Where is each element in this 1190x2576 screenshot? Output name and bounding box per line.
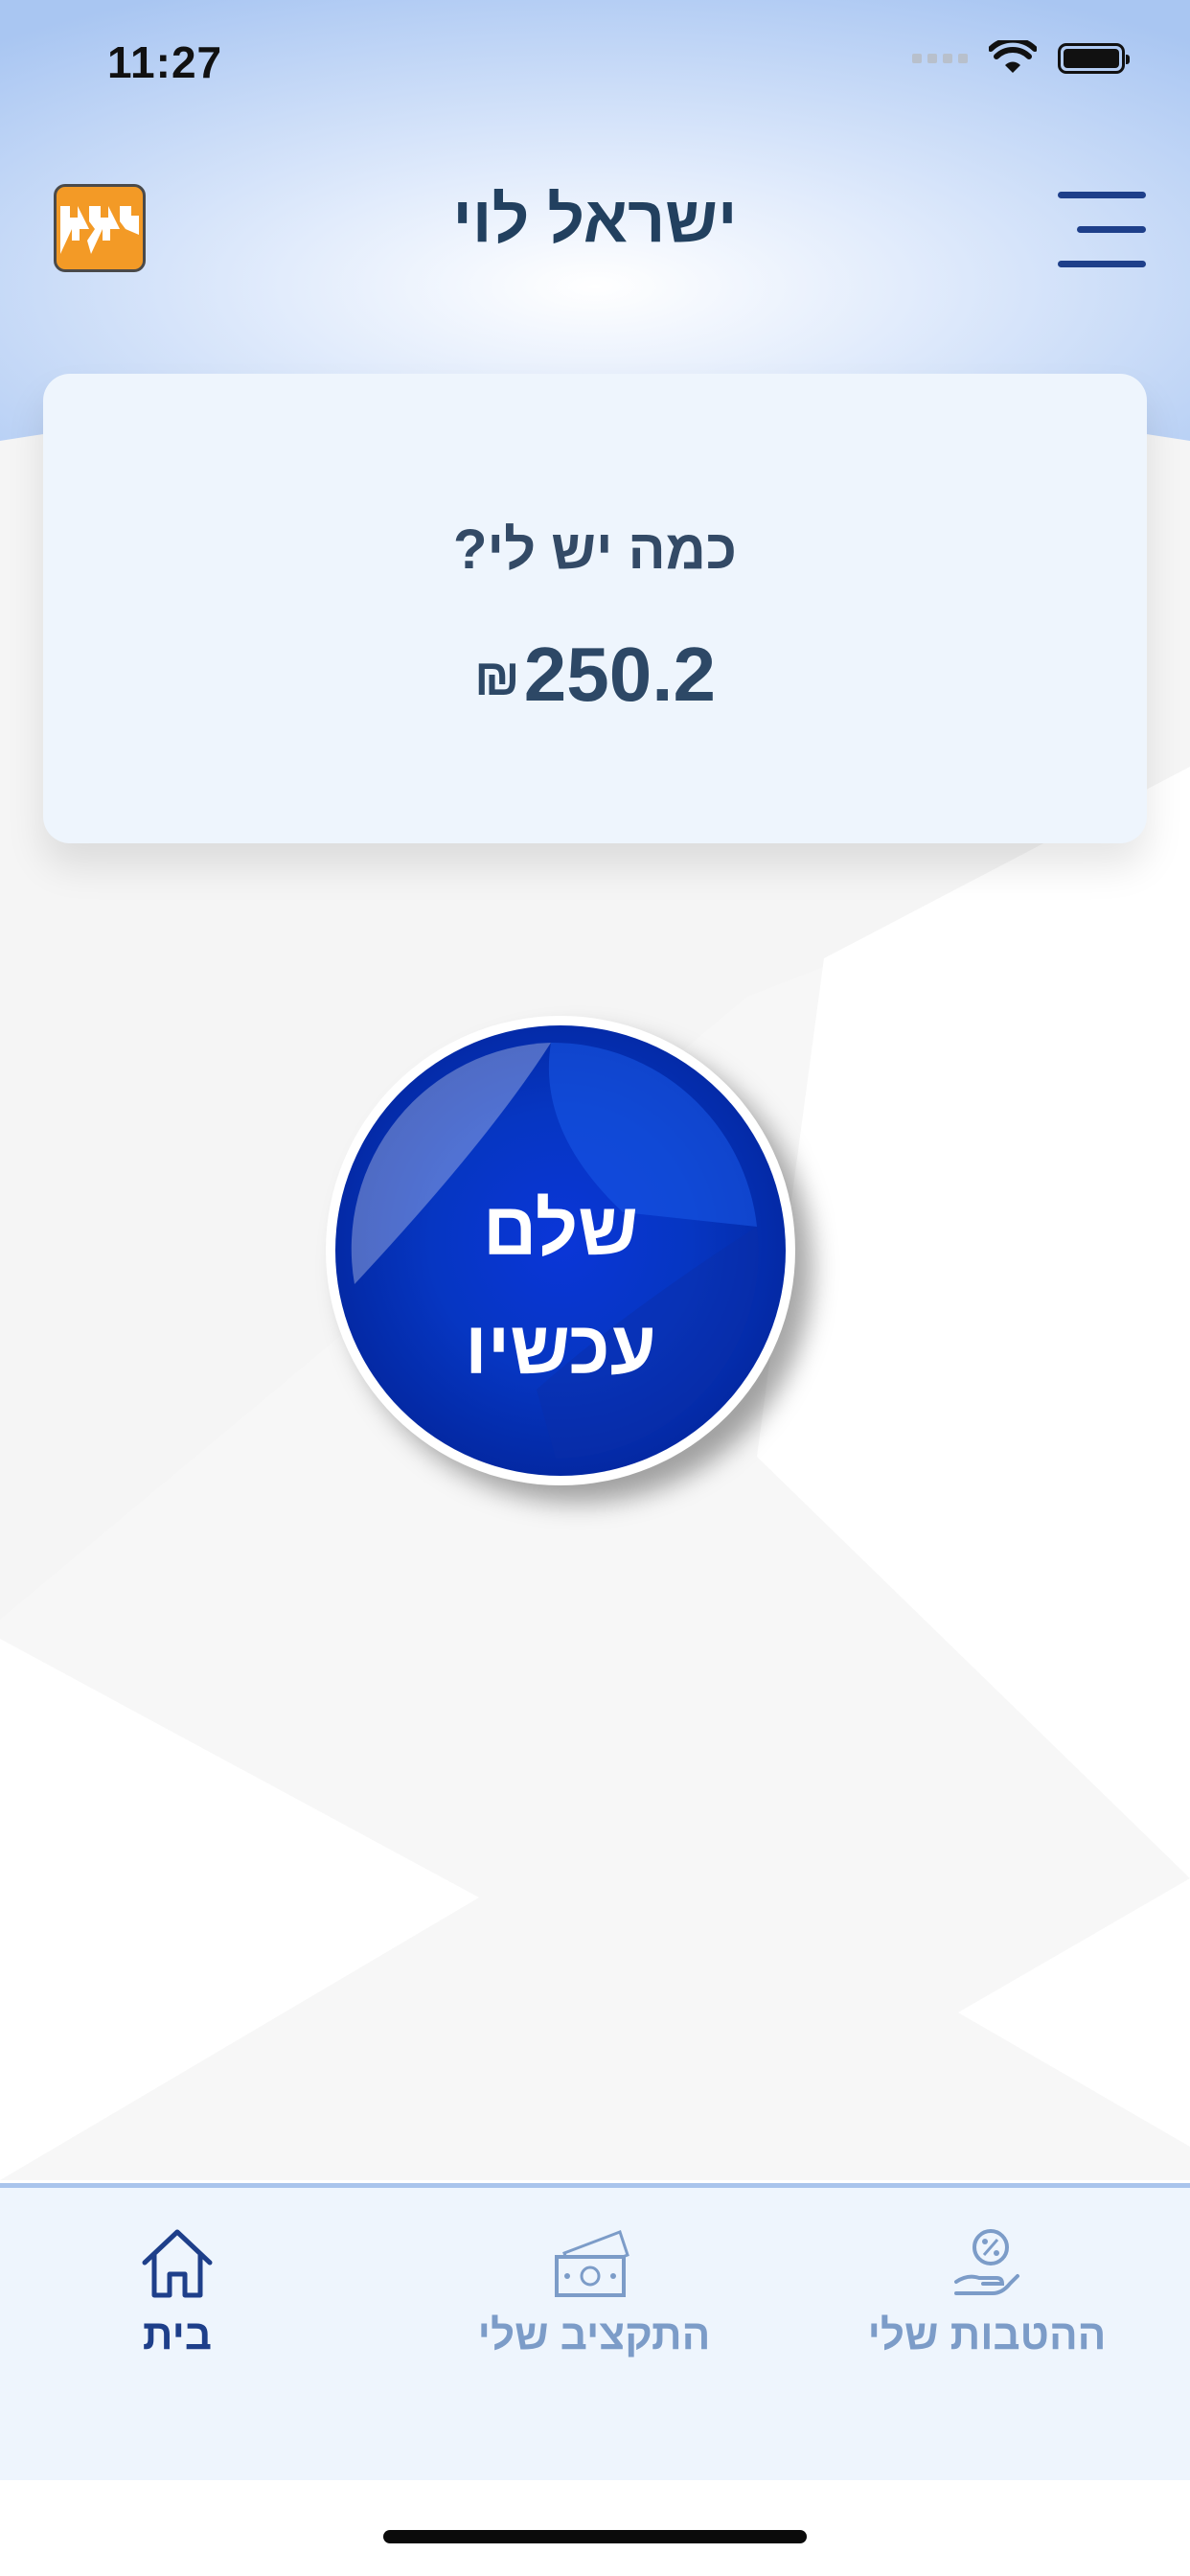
balance-amount: ₪250.2 [43, 631, 1147, 719]
home-icon [142, 2229, 213, 2298]
cellular-signal-icon [912, 54, 968, 63]
nav-label-budget: התקציב שלי [477, 2312, 711, 2358]
nav-item-benefits[interactable]: ההטבות שלי [862, 2224, 1111, 2359]
nav-label-benefits: ההטבות שלי [867, 2312, 1107, 2358]
battery-icon [1058, 43, 1130, 74]
nav-item-home[interactable]: בית [115, 2224, 240, 2359]
benefits-hand-percent-icon [954, 2229, 1019, 2295]
home-indicator[interactable] [383, 2530, 807, 2543]
balance-card: כמה יש לי? ₪250.2 [43, 374, 1147, 843]
balance-label: כמה יש לי? [453, 518, 737, 581]
pay-now-line1: שלם [482, 1186, 639, 1271]
nav-label-home: בית [142, 2312, 213, 2358]
balance-value: 250.2 [523, 632, 716, 717]
bottom-nav: ההטבות שלי התקציב שלי בית [0, 2183, 1190, 2480]
wifi-icon [989, 40, 1037, 73]
pay-now-line2: עכשיו [465, 1305, 656, 1390]
currency-symbol: ₪ [474, 649, 520, 706]
pay-now-button[interactable]: שלם עכשיו [335, 1025, 786, 1476]
status-time: 11:27 [107, 37, 223, 87]
pay-now-button-frame: שלם עכשיו [326, 1016, 795, 1485]
budget-cash-icon [555, 2230, 629, 2297]
status-icons [912, 40, 1130, 77]
user-name-title: ישראל לוי [452, 183, 738, 256]
nav-item-budget[interactable]: התקציב שלי [455, 2224, 733, 2359]
hamburger-menu-icon[interactable] [1058, 192, 1146, 268]
pay-now-label: שלם עכשיו [335, 1169, 786, 1407]
